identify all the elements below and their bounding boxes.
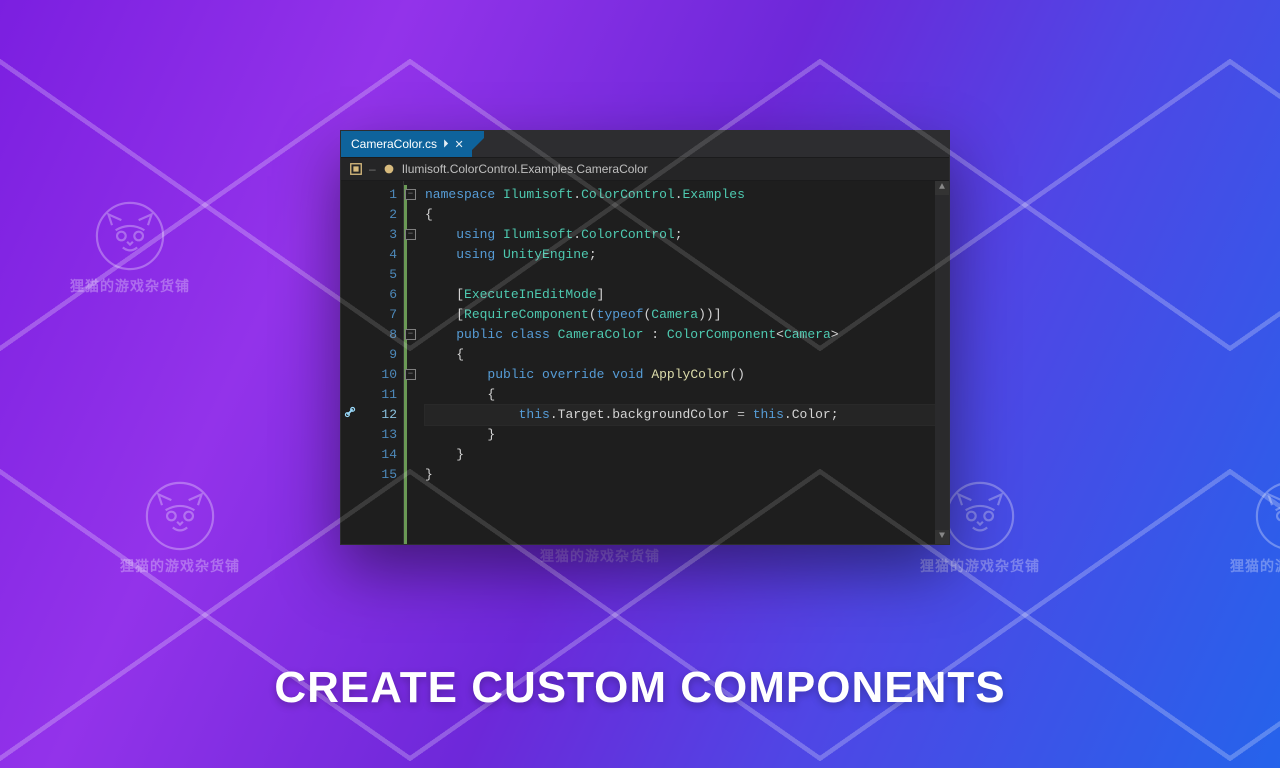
fold-toggle[interactable]: −: [405, 329, 416, 340]
scroll-up-button[interactable]: ▲: [935, 181, 949, 195]
line-number: 5: [359, 265, 397, 285]
line-number: 1: [359, 185, 397, 205]
raccoon-icon: [1254, 480, 1280, 552]
line-number: 12: [359, 405, 397, 425]
line-number: 8: [359, 325, 397, 345]
raccoon-icon: [944, 480, 1016, 552]
namespace-icon: [349, 162, 363, 176]
raccoon-icon: [144, 480, 216, 552]
code-line[interactable]: {: [425, 345, 935, 365]
code-line[interactable]: {: [425, 205, 935, 225]
code-line[interactable]: [ExecuteInEditMode]: [425, 285, 935, 305]
watermark-text: 狸猫的游戏杂货铺: [540, 546, 660, 566]
scroll-down-button[interactable]: ▼: [935, 530, 949, 544]
line-number: 2: [359, 205, 397, 225]
code-line[interactable]: }: [425, 425, 935, 445]
line-number: 15: [359, 465, 397, 485]
fold-toggle[interactable]: −: [405, 369, 416, 380]
code-area[interactable]: 123456789101112131415 −−−− namespace Ilu…: [341, 181, 949, 544]
watermark-text: 狸猫的游戏杂货铺: [1230, 556, 1280, 576]
breadcrumb-separator: –: [369, 162, 376, 176]
raccoon-icon: [94, 200, 166, 272]
line-number: 11: [359, 385, 397, 405]
code-content[interactable]: namespace Ilumisoft.ColorControl.Example…: [417, 181, 935, 544]
line-number: 14: [359, 445, 397, 465]
code-line[interactable]: [RequireComponent(typeof(Camera))]: [425, 305, 935, 325]
code-line[interactable]: public override void ApplyColor(): [425, 365, 935, 385]
code-line[interactable]: this.Target.backgroundColor = this.Color…: [425, 405, 935, 425]
line-number: 10: [359, 365, 397, 385]
tab-bar: CameraColor.cs ⏵ ✕: [341, 131, 949, 157]
tab-filename: CameraColor.cs: [351, 137, 437, 151]
class-icon: [382, 162, 396, 176]
code-line[interactable]: [425, 265, 935, 285]
code-line[interactable]: using UnityEngine;: [425, 245, 935, 265]
code-line[interactable]: }: [425, 465, 935, 485]
watermark-text: 狸猫的游戏杂货铺: [120, 556, 240, 576]
line-number-gutter: 123456789101112131415: [359, 181, 403, 544]
breakpoint-margin[interactable]: [341, 181, 359, 544]
fold-margin[interactable]: − − − −: [403, 181, 417, 544]
breadcrumb-bar[interactable]: – Ilumisoft.ColorControl.Examples.Camera…: [341, 157, 949, 181]
watermark-text: 狸猫的游戏杂货铺: [70, 276, 190, 296]
fold-toggle[interactable]: −: [405, 189, 416, 200]
breadcrumb-path[interactable]: Ilumisoft.ColorControl.Examples.CameraCo…: [402, 162, 648, 176]
pin-icon[interactable]: ⏵: [443, 138, 449, 151]
code-line[interactable]: using Ilumisoft.ColorControl;: [425, 225, 935, 245]
code-line[interactable]: {: [425, 385, 935, 405]
line-number: 9: [359, 345, 397, 365]
code-line[interactable]: namespace Ilumisoft.ColorControl.Example…: [425, 185, 935, 205]
line-number: 7: [359, 305, 397, 325]
line-number: 13: [359, 425, 397, 445]
line-number: 4: [359, 245, 397, 265]
code-line[interactable]: }: [425, 445, 935, 465]
file-tab-active[interactable]: CameraColor.cs ⏵ ✕: [341, 131, 472, 157]
watermark-text: 狸猫的游戏杂货铺: [920, 556, 1040, 576]
line-number: 6: [359, 285, 397, 305]
code-editor-window: CameraColor.cs ⏵ ✕ – Ilumisoft.ColorCont…: [340, 130, 950, 545]
vertical-scrollbar[interactable]: ▲ ▼: [935, 181, 949, 544]
quick-actions-icon[interactable]: [343, 405, 357, 419]
line-number: 3: [359, 225, 397, 245]
headline: CREATE CUSTOM COMPONENTS: [0, 663, 1280, 713]
fold-toggle[interactable]: −: [405, 229, 416, 240]
code-line[interactable]: public class CameraColor : ColorComponen…: [425, 325, 935, 345]
close-icon[interactable]: ✕: [455, 138, 464, 151]
